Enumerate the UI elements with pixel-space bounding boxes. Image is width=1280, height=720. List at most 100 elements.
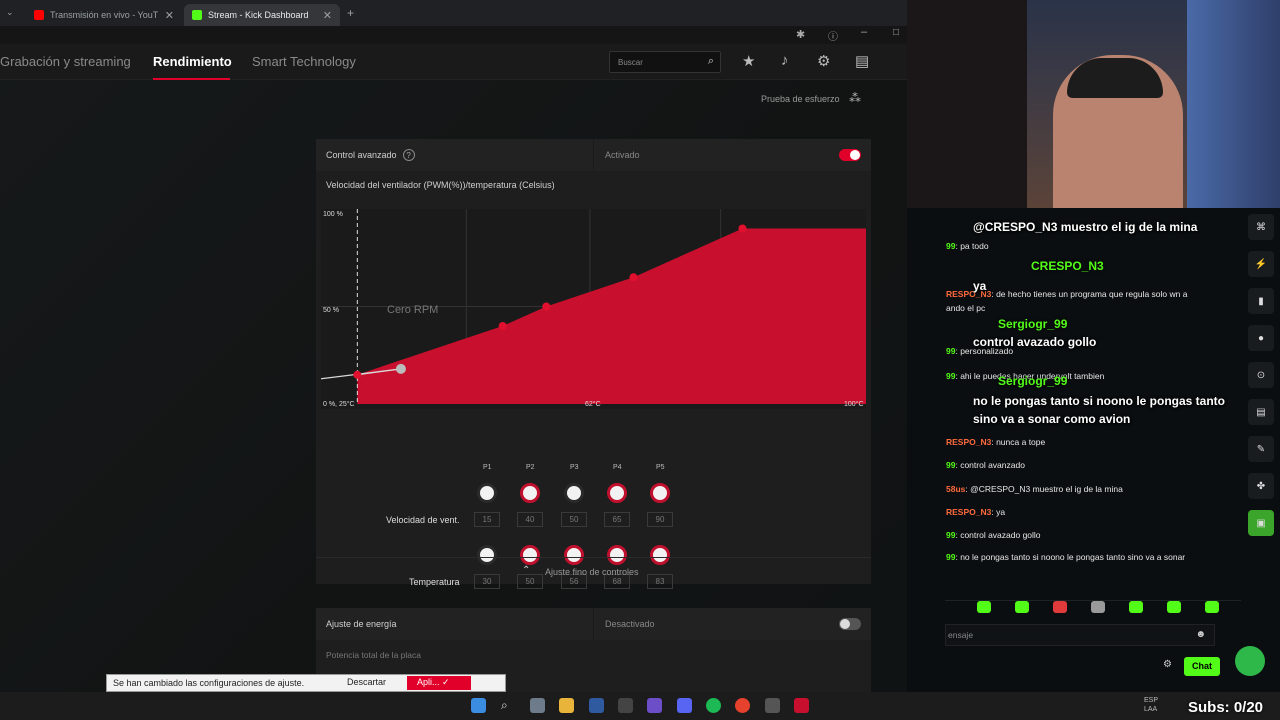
check-icon: ✓ <box>442 677 450 687</box>
nav-active-indicator <box>153 78 230 80</box>
point-label-5: P5 <box>656 464 665 471</box>
fan-speed-dial-p1[interactable] <box>477 483 497 503</box>
app-title-bar: ✱ ⓘ – □ <box>0 26 907 44</box>
new-tab-icon[interactable]: + <box>347 6 354 20</box>
emote-icon[interactable] <box>1205 601 1219 613</box>
emote-icon[interactable] <box>1167 601 1181 613</box>
side-panel-button-2[interactable]: ⚡ <box>1248 251 1274 277</box>
x-right-label: 100°C <box>844 400 864 408</box>
minimize-icon[interactable]: – <box>861 26 867 38</box>
fan-speed-value-p2[interactable]: 40 <box>517 512 543 527</box>
star-icon[interactable]: ★ <box>742 52 755 70</box>
fan-speed-value-p1[interactable]: 15 <box>474 512 500 527</box>
top-nav: Grabación y streaming Rendimiento Smart … <box>0 44 907 80</box>
side-panel-button-8[interactable]: ✤ <box>1248 473 1274 499</box>
advanced-control-header: Control avanzado ? Activado <box>316 139 871 171</box>
fine-tune-row[interactable]: ⌃ Ajuste fino de controles <box>316 557 871 584</box>
curve-point-p3 <box>542 302 551 311</box>
fan-curve-chart: 100 % 50 % 0 %, 25°C 62°C 100°C Cero RPM <box>320 209 866 409</box>
tab-list-icon[interactable]: ⌄ <box>6 7 14 18</box>
emote-icon[interactable] <box>1053 601 1067 613</box>
zero-rpm-label: Cero RPM <box>387 304 438 316</box>
bell-icon[interactable]: ♪ <box>781 52 789 69</box>
gear-icon[interactable]: ⚙ <box>817 52 830 70</box>
help-icon[interactable]: ? <box>402 149 415 161</box>
stress-test-label[interactable]: Prueba de esfuerzo <box>761 94 840 104</box>
fine-tune-label: Ajuste fino de controles <box>545 567 639 577</box>
close-icon[interactable]: ✕ <box>165 9 174 22</box>
chat-send-button[interactable]: Chat <box>1184 657 1220 676</box>
emote-icon[interactable] <box>1015 601 1029 613</box>
fan-speed-dial-p3[interactable] <box>564 483 584 503</box>
side-panel-button-3[interactable]: ▮ <box>1248 288 1274 314</box>
energy-label: Ajuste de energía <box>326 619 397 629</box>
fan-speed-dial-p4[interactable] <box>607 483 627 503</box>
overlay-message: @CRESPO_N3 muestro el ig de la mina <box>973 220 1198 234</box>
app-icon-settings[interactable] <box>530 698 545 713</box>
side-panel-button-6[interactable]: ▤ <box>1248 399 1274 425</box>
search-icon[interactable]: ⌕ <box>501 698 516 713</box>
spotify-icon[interactable] <box>706 698 721 713</box>
fan-speed-value-p4[interactable]: 65 <box>604 512 630 527</box>
stress-test-icon[interactable]: ⁂ <box>849 91 861 105</box>
chat-text: : pa todo <box>955 241 989 251</box>
advanced-control-toggle[interactable] <box>839 149 861 161</box>
point-label-2: P2 <box>526 464 535 471</box>
search-input[interactable]: Buscar ⌕ <box>609 51 721 73</box>
side-panel-button-1[interactable]: ⌘ <box>1248 214 1274 240</box>
emote-icon[interactable] <box>977 601 991 613</box>
emote-icon[interactable] <box>1129 601 1143 613</box>
nav-performance[interactable]: Rendimiento <box>153 54 232 69</box>
toggle-knob <box>850 150 860 160</box>
energy-state: Desactivado <box>605 619 655 629</box>
app-icon-gray[interactable] <box>765 698 780 713</box>
chat-username[interactable]: RESPO_N3 <box>946 437 991 447</box>
close-icon[interactable]: ✕ <box>323 9 332 22</box>
app-icon-blue[interactable] <box>589 698 604 713</box>
fan-curve-svg[interactable]: 100 % 50 % 0 %, 25°C 62°C 100°C Cero RPM <box>320 209 866 409</box>
amd-icon[interactable] <box>794 698 809 713</box>
emoji-icon[interactable]: ☻ <box>1195 629 1206 640</box>
kick-icon <box>192 10 202 20</box>
app-icon-purple[interactable] <box>647 698 662 713</box>
chat-username[interactable]: RESPO_N3 <box>946 507 991 517</box>
discard-button[interactable]: Descartar <box>347 677 386 687</box>
bug-icon[interactable]: ✱ <box>796 28 805 41</box>
maximize-icon[interactable]: □ <box>893 27 899 38</box>
chrome-icon[interactable] <box>735 698 750 713</box>
energy-toggle[interactable] <box>839 618 861 630</box>
help-icon[interactable]: ⓘ <box>828 28 838 43</box>
fan-speed-dial-p5[interactable] <box>650 483 670 503</box>
folder-icon[interactable] <box>559 698 574 713</box>
webcam-feed <box>907 0 1280 208</box>
curve-point-p4 <box>629 273 638 282</box>
fan-speed-value-p3[interactable]: 50 <box>561 512 587 527</box>
tab-label: Stream - Kick Dashboard <box>208 10 309 20</box>
side-panel-button-9[interactable]: ▣ <box>1248 510 1274 536</box>
settings-icon[interactable]: ⚙ <box>1163 659 1172 670</box>
wrench-icon[interactable]: ✎ <box>1248 436 1274 462</box>
side-panel-button-4[interactable]: ● <box>1248 325 1274 351</box>
apply-button[interactable]: Apli... ✓ <box>407 676 471 690</box>
nav-smart-technology[interactable]: Smart Technology <box>252 54 356 69</box>
chat-username[interactable]: 58us <box>946 484 965 494</box>
chat-text: : no le pongas tanto si noono le pongas … <box>955 552 1186 562</box>
discord-icon[interactable] <box>677 698 692 713</box>
fan-speed-value-p5[interactable]: 90 <box>647 512 673 527</box>
language-indicator[interactable]: ESP <box>1144 697 1158 704</box>
tab-youtube[interactable]: Transmisión en vivo - YouTube ✕ <box>26 4 182 26</box>
nav-recording[interactable]: Grabación y streaming <box>0 54 131 69</box>
webcam-cap <box>1067 58 1163 98</box>
overlay-user: Sergiogr_99 <box>998 317 1068 331</box>
support-icon[interactable] <box>1235 646 1265 676</box>
fan-speed-dial-p2[interactable] <box>520 483 540 503</box>
emote-icon[interactable] <box>1091 601 1105 613</box>
chat-message: 99: control avazado gollo <box>946 530 1041 540</box>
windows-start-icon[interactable] <box>471 698 486 713</box>
side-panel-button-5[interactable]: ⊙ <box>1248 362 1274 388</box>
board-power-label: Potencia total de la placa <box>326 650 421 660</box>
chat-input[interactable]: ensaje ☻ <box>945 624 1215 646</box>
tab-kick[interactable]: Stream - Kick Dashboard ✕ <box>184 4 340 26</box>
app-icon-x[interactable] <box>618 698 633 713</box>
layout-icon[interactable]: ▤ <box>855 52 869 70</box>
